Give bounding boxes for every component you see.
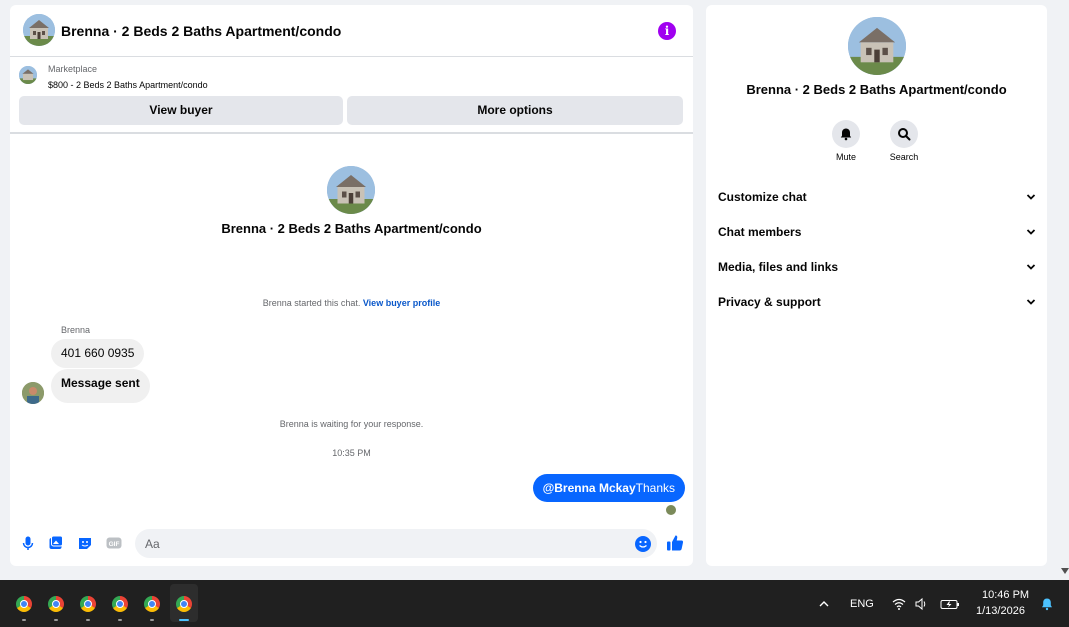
- chrome-taskbar-button[interactable]: [10, 584, 38, 622]
- chat-started-notice: Brenna started this chat. View buyer pro…: [10, 298, 693, 308]
- info-title: Brenna · 2 Beds 2 Baths Apartment/condo: [746, 82, 1007, 97]
- section-privacy-support[interactable]: Privacy & support: [718, 291, 1036, 313]
- sender-avatar[interactable]: [22, 382, 44, 404]
- gif-icon[interactable]: GIF: [106, 535, 122, 551]
- mute-button[interactable]: Mute: [821, 120, 871, 162]
- mention[interactable]: @Brenna Mckay: [543, 481, 636, 495]
- taskbar: ENG 10:46 PM 1/13/2026: [0, 580, 1069, 627]
- show-hidden-icons-chevron-icon[interactable]: [817, 597, 831, 611]
- chrome-taskbar-button[interactable]: [74, 584, 102, 622]
- outgoing-message[interactable]: @Brenna MckayThanks: [532, 474, 685, 502]
- thumbs-up-icon[interactable]: [666, 534, 684, 552]
- view-buyer-profile-link[interactable]: View buyer profile: [363, 298, 440, 308]
- search-icon: [898, 128, 911, 141]
- chevron-down-icon: [1026, 229, 1036, 235]
- search-button[interactable]: Search: [879, 120, 929, 162]
- clock-date[interactable]: 1/13/2026: [976, 605, 1025, 617]
- chat-started-text: Brenna started this chat.: [262, 298, 363, 308]
- read-receipt-avatar: [666, 505, 676, 515]
- chrome-icon: [112, 596, 128, 612]
- outgoing-message-text: Thanks: [635, 481, 675, 495]
- conversation-avatar[interactable]: [327, 166, 375, 214]
- section-chat-members[interactable]: Chat members: [718, 221, 1036, 243]
- scroll-down-arrow[interactable]: [1061, 568, 1069, 574]
- chrome-taskbar-button[interactable]: [42, 584, 70, 622]
- section-label: Chat members: [718, 225, 802, 239]
- section-media-files-links[interactable]: Media, files and links: [718, 256, 1036, 278]
- chrome-icon: [80, 596, 96, 612]
- volume-icon[interactable]: [914, 597, 928, 611]
- chrome-taskbar-button[interactable]: [106, 584, 134, 622]
- chrome-icon: [48, 596, 64, 612]
- listing-thumbnail[interactable]: [19, 66, 37, 84]
- marketplace-label: Marketplace: [48, 64, 98, 74]
- photo-icon[interactable]: [48, 535, 64, 551]
- chat-panel: Brenna · 2 Beds 2 Baths Apartment/condo …: [10, 5, 693, 566]
- clock-time[interactable]: 10:46 PM: [982, 589, 1029, 601]
- search-label: Search: [889, 152, 919, 162]
- svg-text:GIF: GIF: [109, 541, 120, 548]
- more-options-button[interactable]: More options: [347, 96, 683, 125]
- chrome-icon: [144, 596, 160, 612]
- view-buyer-button[interactable]: View buyer: [19, 96, 343, 125]
- section-label: Media, files and links: [718, 260, 839, 274]
- emoji-icon[interactable]: [635, 536, 651, 552]
- sticker-icon[interactable]: [77, 535, 93, 551]
- chrome-icon: [176, 596, 192, 612]
- waiting-notice: Brenna is waiting for your response.: [279, 419, 424, 429]
- mute-label: Mute: [835, 152, 856, 162]
- marketplace-bar: Marketplace $800 - 2 Beds 2 Baths Apartm…: [10, 57, 693, 134]
- section-label: Customize chat: [718, 190, 807, 204]
- chat-header: Brenna · 2 Beds 2 Baths Apartment/condo …: [10, 5, 693, 57]
- microphone-icon[interactable]: [20, 535, 36, 551]
- chevron-down-icon: [1026, 264, 1036, 270]
- info-icon[interactable]: i: [658, 22, 676, 40]
- language-indicator[interactable]: ENG: [850, 598, 874, 610]
- battery-icon[interactable]: [940, 597, 960, 611]
- conversation-title: Brenna · 2 Beds 2 Baths Apartment/condo: [221, 221, 482, 236]
- info-avatar[interactable]: [848, 17, 906, 75]
- chat-title: Brenna · 2 Beds 2 Baths Apartment/condo: [61, 23, 342, 39]
- chevron-down-icon: [1026, 299, 1036, 305]
- sender-name: Brenna: [61, 325, 91, 335]
- listing-price[interactable]: $800 - 2 Beds 2 Baths Apartment/condo: [48, 80, 208, 90]
- chevron-down-icon: [1026, 194, 1036, 200]
- chat-info-panel: Brenna · 2 Beds 2 Baths Apartment/condo …: [706, 5, 1047, 566]
- section-customize-chat[interactable]: Customize chat: [718, 186, 1036, 208]
- listing-avatar[interactable]: [23, 14, 55, 46]
- message-input[interactable]: [135, 529, 657, 558]
- chrome-taskbar-button[interactable]: [138, 584, 166, 622]
- incoming-message[interactable]: Message sent: [51, 369, 150, 403]
- chrome-taskbar-button-active[interactable]: [170, 584, 198, 622]
- bell-icon: [840, 128, 852, 141]
- message-timestamp: 10:35 PM: [332, 448, 371, 458]
- chrome-icon: [16, 596, 32, 612]
- section-label: Privacy & support: [718, 295, 821, 309]
- incoming-message[interactable]: 401 660 0935: [51, 339, 145, 368]
- composer: GIF: [10, 525, 693, 561]
- wifi-icon[interactable]: [892, 597, 906, 611]
- notification-bell-icon[interactable]: [1040, 597, 1054, 611]
